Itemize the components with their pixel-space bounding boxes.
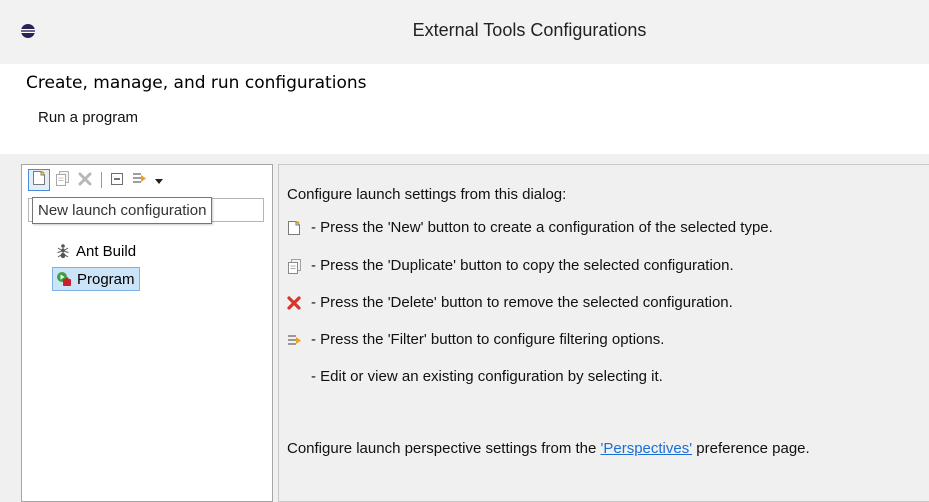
ant-icon [54, 243, 72, 259]
tree-item-label: Ant Build [76, 242, 137, 260]
new-configuration-tooltip: New launch configuration [32, 197, 213, 224]
help-edit-line: - Edit or view an existing configuration… [287, 368, 663, 385]
filter-button[interactable] [129, 169, 151, 191]
help-delete-text: - Press the 'Delete' button to remove th… [311, 294, 733, 311]
header-title: Create, manage, and run configurations [26, 73, 367, 93]
tree-item-ant-build[interactable]: Ant Build [52, 239, 140, 263]
duplicate-icon [55, 170, 70, 190]
header-subtitle: Run a program [38, 109, 139, 126]
help-delete-line: - Press the 'Delete' button to remove th… [287, 294, 733, 311]
configuration-toolbar [28, 169, 167, 191]
configuration-list-panel: New launch configuration Ant Build Progr… [21, 164, 273, 502]
dropdown-arrow-icon [154, 171, 164, 190]
help-duplicate-line: - Press the 'Duplicate' button to copy t… [287, 257, 734, 274]
help-panel: Configure launch settings from this dial… [278, 164, 929, 502]
view-menu-button[interactable] [152, 169, 166, 191]
toolbar-separator [101, 172, 102, 188]
configuration-tree: Ant Build Program [52, 239, 141, 295]
new-file-icon [287, 220, 307, 236]
filter-icon [132, 170, 148, 190]
delete-configuration-button[interactable] [74, 169, 96, 191]
help-intro: Configure launch settings from this dial… [287, 186, 566, 203]
new-file-icon [32, 170, 46, 190]
help-new-text: - Press the 'New' button to create a con… [311, 219, 773, 236]
perspective-prefix-text: Configure launch perspective settings fr… [287, 440, 601, 457]
collapse-all-button[interactable] [106, 169, 128, 191]
help-new-line: - Press the 'New' button to create a con… [287, 219, 773, 236]
program-icon [55, 271, 73, 287]
collapse-all-icon [110, 171, 124, 190]
title-bar: External Tools Configurations [0, 0, 929, 65]
help-filter-line: - Press the 'Filter' button to configure… [287, 331, 664, 348]
dialog-header: Create, manage, and run configurations R… [0, 64, 929, 155]
new-configuration-button[interactable] [28, 169, 50, 191]
duplicate-configuration-button[interactable] [51, 169, 73, 191]
filter-icon [287, 332, 307, 348]
tree-item-program[interactable]: Program [52, 267, 141, 291]
help-intro-text: Configure launch settings from this dial… [287, 186, 567, 203]
help-perspective-line: Configure launch perspective settings fr… [287, 440, 810, 457]
perspective-suffix-text: preference page. [692, 440, 810, 457]
dialog-content: New launch configuration Ant Build Progr… [0, 154, 929, 502]
tree-item-label: Program [77, 270, 135, 288]
window-title: External Tools Configurations [412, 20, 647, 40]
help-filter-text: - Press the 'Filter' button to configure… [311, 331, 665, 348]
delete-icon [78, 171, 92, 190]
duplicate-icon [287, 258, 307, 274]
help-duplicate-text: - Press the 'Duplicate' button to copy t… [311, 257, 734, 274]
help-edit-text: - Edit or view an existing configuration… [311, 368, 663, 385]
perspectives-link[interactable]: 'Perspectives' [601, 440, 693, 457]
delete-icon [287, 295, 307, 310]
